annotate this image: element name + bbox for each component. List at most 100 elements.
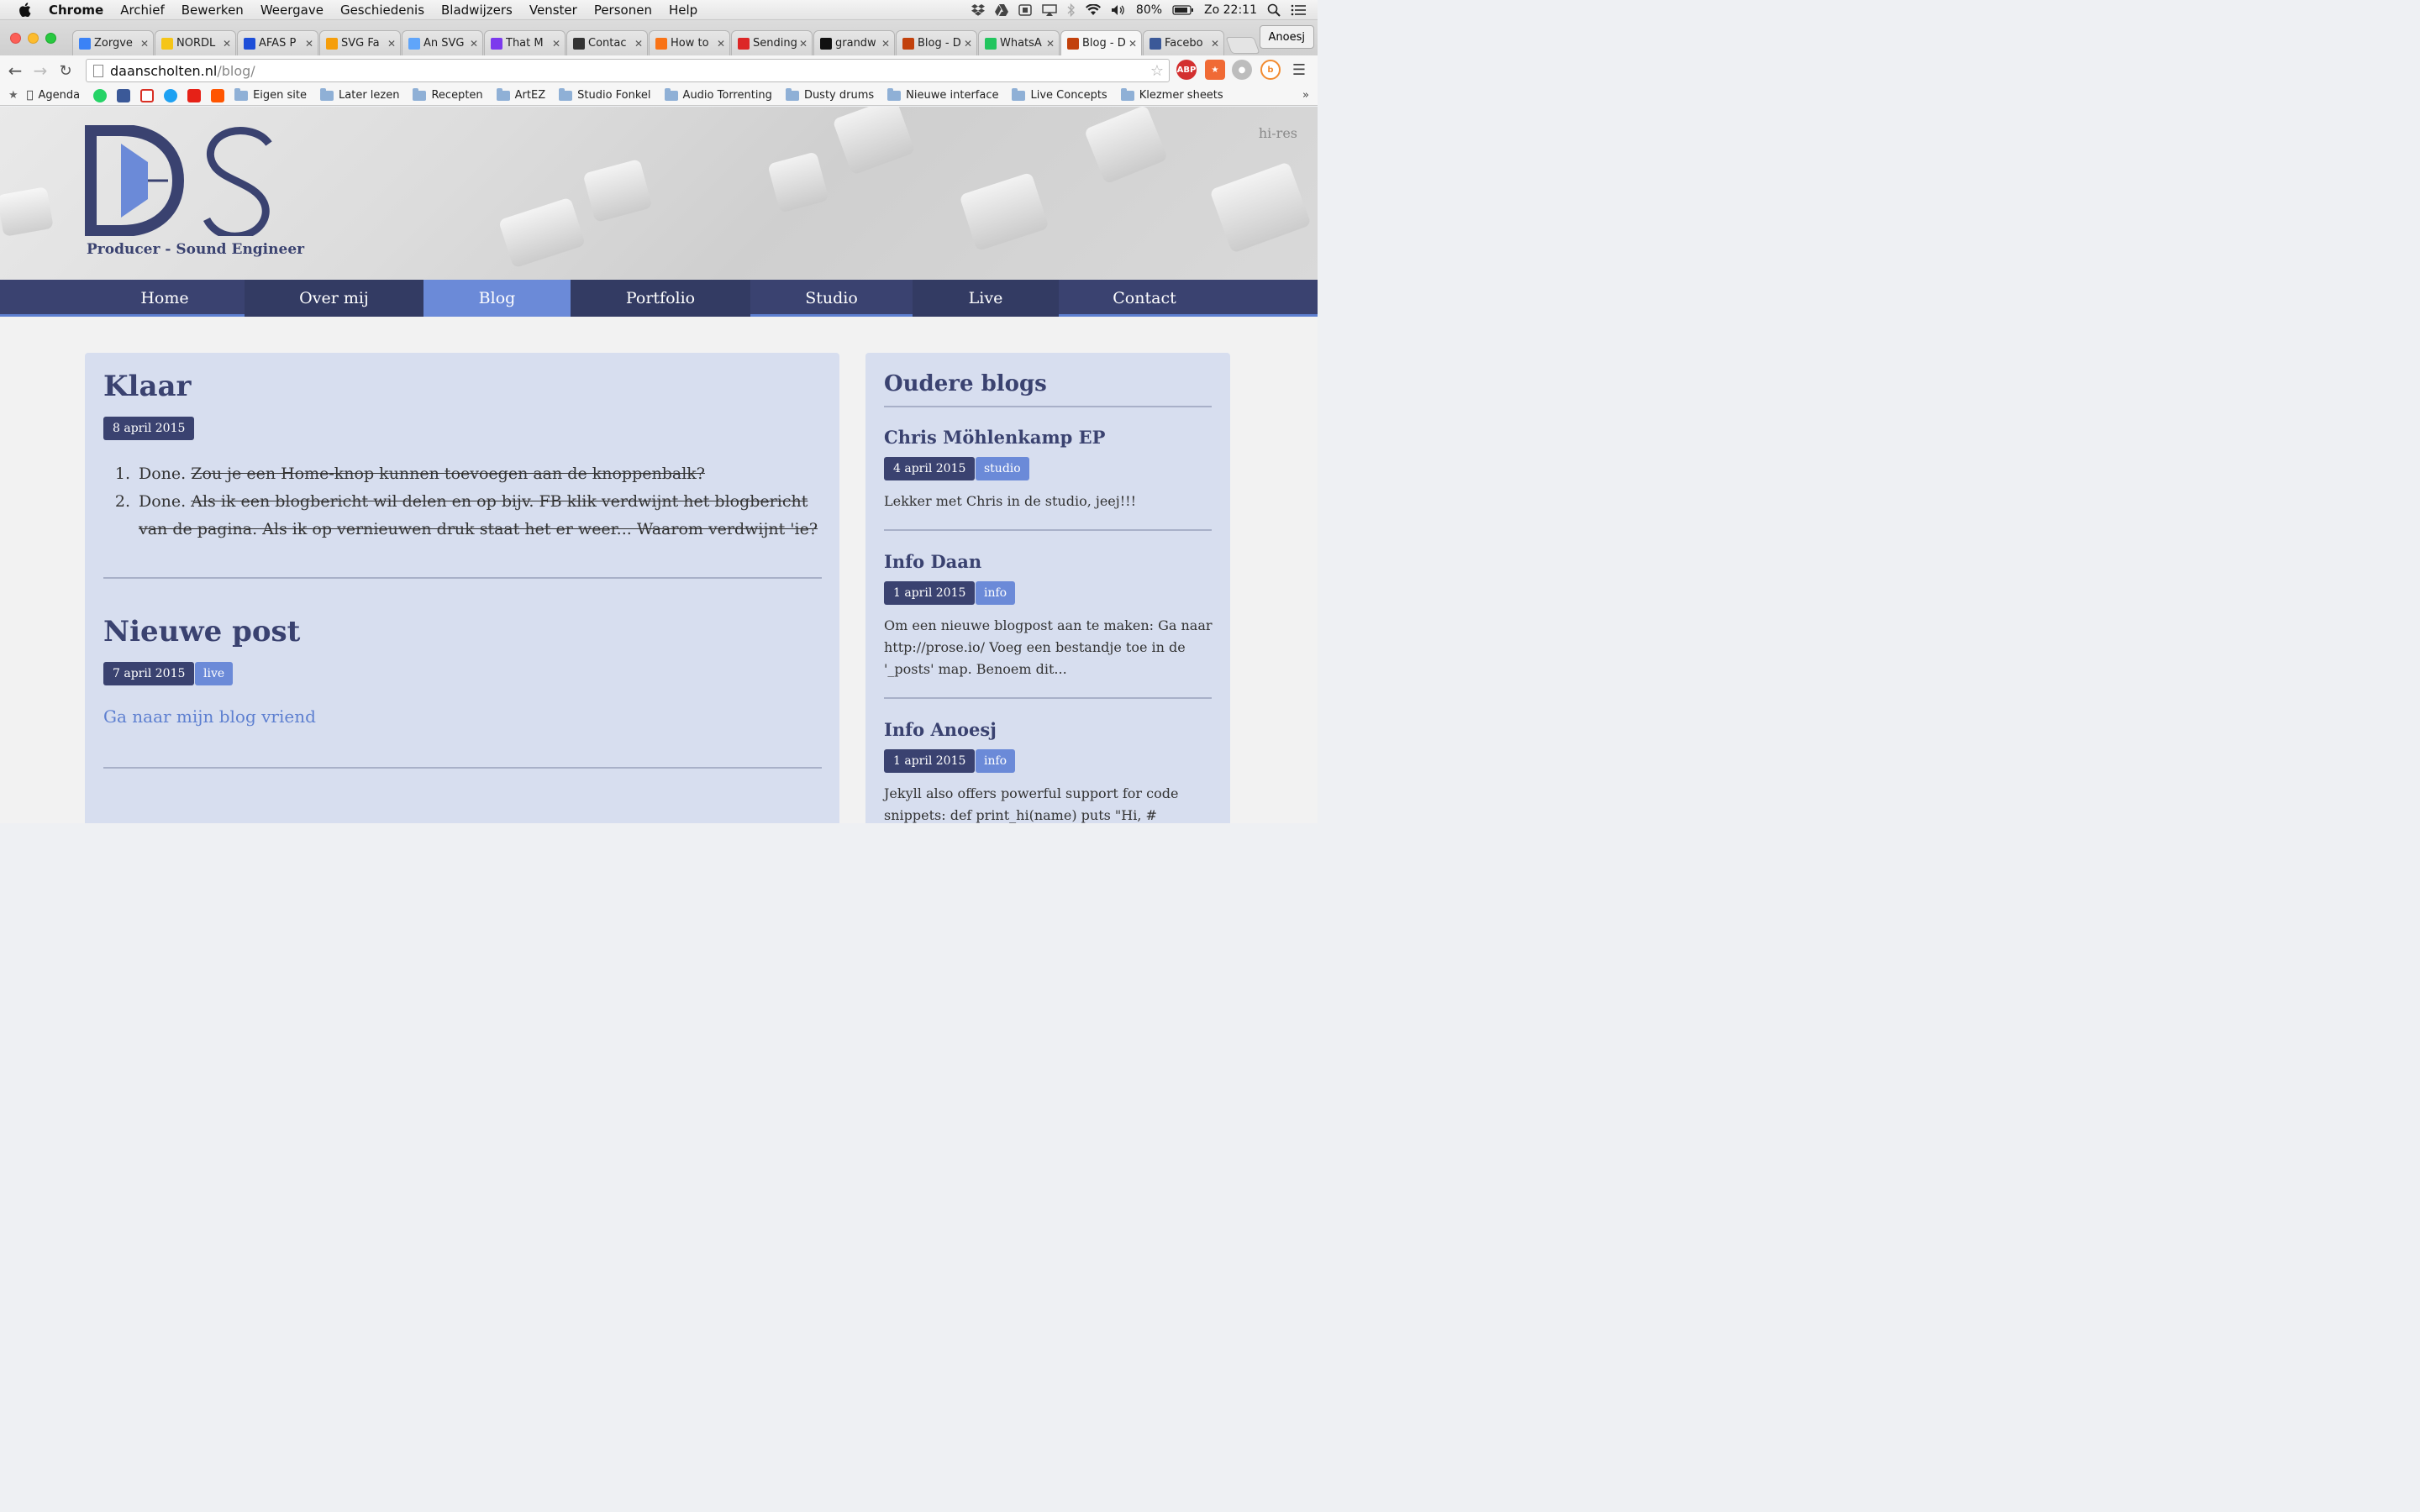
menu-bladwijzers[interactable]: Bladwijzers	[441, 3, 513, 18]
nav-home[interactable]: Home	[85, 280, 245, 317]
tab-close-icon[interactable]: ✕	[552, 38, 560, 50]
browser-tab[interactable]: Zorgve ✕	[72, 30, 154, 55]
tab-close-icon[interactable]: ✕	[881, 38, 890, 50]
extension-bookmark-icon[interactable]: ★	[1205, 60, 1225, 80]
tab-close-icon[interactable]: ✕	[964, 38, 972, 50]
post-tag-badge[interactable]: live	[195, 662, 234, 685]
menu-geschiedenis[interactable]: Geschiedenis	[340, 3, 424, 18]
forward-arrow-icon[interactable]: →	[30, 60, 50, 81]
browser-tab[interactable]: grandw ✕	[813, 30, 895, 55]
tab-close-icon[interactable]: ✕	[1211, 38, 1219, 50]
drive-icon[interactable]	[994, 4, 1008, 16]
sidebar-entry-title[interactable]: Info Daan	[884, 551, 981, 572]
back-arrow-icon[interactable]: ←	[5, 60, 25, 81]
nav-portfolio[interactable]: Portfolio	[571, 280, 750, 317]
tab-close-icon[interactable]: ✕	[717, 38, 725, 50]
twitter-icon[interactable]	[164, 88, 178, 102]
tab-close-icon[interactable]: ✕	[634, 38, 643, 50]
browser-tab[interactable]: Sending ✕	[731, 30, 813, 55]
dropbox-icon[interactable]	[971, 4, 985, 16]
hires-link[interactable]: hi-res	[1259, 125, 1297, 141]
new-tab-button[interactable]	[1225, 37, 1260, 54]
zoom-window-button[interactable]	[45, 33, 56, 44]
browser-tab[interactable]: SVG Fa ✕	[319, 30, 401, 55]
browser-tab[interactable]: Contac ✕	[566, 30, 648, 55]
browser-tab[interactable]: Blog - D ✕	[1060, 30, 1142, 55]
nav-contact[interactable]: Contact	[1059, 280, 1230, 317]
chrome-menu-icon[interactable]: ☰	[1289, 60, 1309, 80]
screen-capture-icon[interactable]	[1018, 3, 1032, 17]
battery-icon[interactable]	[1172, 5, 1194, 15]
browser-tab[interactable]: NORDL ✕	[155, 30, 236, 55]
nav-live[interactable]: Live	[913, 280, 1059, 317]
sidebar-tag-badge[interactable]: info	[976, 581, 1016, 605]
tab-close-icon[interactable]: ✕	[305, 38, 313, 50]
sidebar-entry-title[interactable]: Chris Möhlenkamp EP	[884, 427, 1105, 448]
menu-archief[interactable]: Archief	[120, 3, 165, 18]
menu-app-chrome[interactable]: Chrome	[49, 3, 103, 18]
tab-close-icon[interactable]: ✕	[1128, 38, 1137, 50]
tab-close-icon[interactable]: ✕	[140, 38, 149, 50]
sidebar-entry-title[interactable]: Info Anoesj	[884, 719, 997, 740]
tab-close-icon[interactable]: ✕	[223, 38, 231, 50]
close-window-button[interactable]	[10, 33, 21, 44]
reload-icon[interactable]: ↻	[55, 60, 76, 81]
bookmark-folder[interactable]: Live Concepts	[1012, 87, 1107, 102]
address-bar[interactable]: daanscholten.nl/blog/ ☆	[86, 59, 1170, 82]
tab-close-icon[interactable]: ✕	[1046, 38, 1055, 50]
tab-close-icon[interactable]: ✕	[799, 38, 808, 50]
bookmark-folder[interactable]: ArtEZ	[496, 87, 545, 102]
bookmark-folder[interactable]: Later lezen	[320, 87, 399, 102]
apps-star-icon[interactable]: ★	[8, 89, 18, 102]
menu-weergave[interactable]: Weergave	[260, 3, 324, 18]
bookmark-folder[interactable]: Eigen site	[234, 87, 307, 102]
menubar-clock[interactable]: Zo 22:11	[1204, 3, 1257, 17]
facebook-icon[interactable]	[117, 88, 131, 102]
browser-tab[interactable]: AFAS P ✕	[237, 30, 318, 55]
wifi-icon[interactable]	[1085, 4, 1101, 16]
sidebar-tag-badge[interactable]: info	[976, 749, 1016, 773]
bookmark-folder[interactable]: Studio Fonkel	[559, 87, 651, 102]
tab-close-icon[interactable]: ✕	[387, 38, 396, 50]
bookmark-folder[interactable]: Nieuwe interface	[887, 87, 998, 102]
browser-tab[interactable]: WhatsA ✕	[978, 30, 1060, 55]
apple-icon[interactable]	[17, 3, 32, 18]
gmail-icon[interactable]	[140, 88, 155, 102]
notification-center-icon[interactable]	[1291, 4, 1306, 16]
nav-over-mij[interactable]: Over mij	[245, 280, 424, 317]
bookmark-folder[interactable]: Audio Torrenting	[664, 87, 772, 102]
menu-help[interactable]: Help	[669, 3, 697, 18]
volume-icon[interactable]	[1111, 4, 1126, 16]
soundcloud-icon[interactable]	[211, 88, 225, 102]
adblock-plus-icon[interactable]: ABP	[1176, 60, 1197, 80]
extension-gray-icon[interactable]: ●	[1232, 60, 1252, 80]
bookmark-folder[interactable]: Recepten	[413, 87, 483, 102]
post-body-link[interactable]: Ga naar mijn blog vriend	[103, 706, 316, 727]
bookmark-star-icon[interactable]: ☆	[1150, 62, 1164, 80]
browser-tab[interactable]: Blog - D ✕	[896, 30, 977, 55]
tab-close-icon[interactable]: ✕	[470, 38, 478, 50]
bluetooth-icon[interactable]	[1067, 3, 1076, 17]
whatsapp-icon[interactable]	[93, 88, 108, 102]
nav-blog[interactable]: Blog	[424, 280, 571, 317]
bookmark-folder[interactable]: Klezmer sheets	[1120, 87, 1223, 102]
more-bookmarks-chevron-icon[interactable]: »	[1302, 89, 1309, 102]
browser-tab[interactable]: How to ✕	[649, 30, 730, 55]
post-title[interactable]: Klaar	[103, 370, 191, 403]
minimize-window-button[interactable]	[28, 33, 39, 44]
spotlight-search-icon[interactable]	[1267, 3, 1281, 17]
extension-orange-icon[interactable]: b	[1260, 60, 1281, 80]
menu-personen[interactable]: Personen	[594, 3, 652, 18]
nav-studio[interactable]: Studio	[750, 280, 913, 317]
sidebar-tag-badge[interactable]: studio	[976, 457, 1029, 480]
browser-tab[interactable]: Facebo ✕	[1143, 30, 1224, 55]
youtube-icon[interactable]	[187, 88, 202, 102]
browser-tab[interactable]: An SVG ✕	[402, 30, 483, 55]
profile-button[interactable]: Anoesj	[1259, 25, 1314, 49]
browser-tab[interactable]: That M ✕	[484, 30, 566, 55]
airplay-icon[interactable]	[1042, 4, 1057, 16]
menu-bewerken[interactable]: Bewerken	[182, 3, 244, 18]
bookmark-folder[interactable]: Dusty drums	[785, 87, 874, 102]
menu-venster[interactable]: Venster	[529, 3, 577, 18]
site-logo[interactable]	[84, 124, 286, 240]
